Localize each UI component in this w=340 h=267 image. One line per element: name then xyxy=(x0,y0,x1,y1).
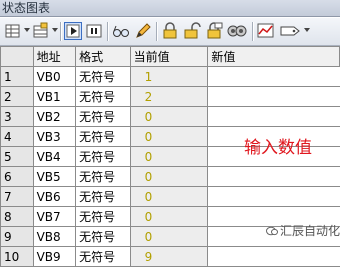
current-value-cell: 0 xyxy=(129,226,209,247)
toolbar-separator xyxy=(252,22,254,41)
row-number: 3 xyxy=(0,106,34,127)
address-cell[interactable]: VB9 xyxy=(32,246,77,267)
current-value-cell: 0 xyxy=(129,206,209,227)
format-cell[interactable]: 无符号 xyxy=(75,166,131,187)
row-number: 4 xyxy=(0,126,34,147)
current-value-cell: 2 xyxy=(129,86,209,107)
format-cell[interactable]: 无符号 xyxy=(75,66,131,87)
header-row: 地址 格式 当前值 新值 xyxy=(0,46,340,67)
new-value-cell[interactable] xyxy=(207,186,340,207)
row-number: 9 xyxy=(0,226,34,247)
address-cell[interactable]: VB1 xyxy=(32,86,77,107)
single-read-icon[interactable] xyxy=(64,22,82,40)
address-cell[interactable]: VB4 xyxy=(32,146,77,167)
toolbar-separator xyxy=(107,22,109,41)
new-value-cell[interactable] xyxy=(207,86,340,107)
format-cell[interactable]: 无符号 xyxy=(75,146,131,167)
header-new-value: 新值 xyxy=(207,46,340,67)
new-value-cell[interactable] xyxy=(207,106,340,127)
table-row: 6 VB5 无符号 0 xyxy=(0,166,340,187)
chart-icon[interactable] xyxy=(257,22,275,40)
tag-icon[interactable] xyxy=(279,22,301,40)
table-row: 2 VB1 无符号 2 xyxy=(0,86,340,107)
address-cell[interactable]: VB8 xyxy=(32,226,77,247)
chevron-down-icon[interactable] xyxy=(304,28,310,32)
lock-icon[interactable] xyxy=(161,22,179,40)
address-cell[interactable]: VB5 xyxy=(32,166,77,187)
table-row: 1 VB0 无符号 1 xyxy=(0,66,340,87)
unlock-icon[interactable] xyxy=(183,22,201,40)
address-cell[interactable]: VB7 xyxy=(32,206,77,227)
annotation-text: 输入数值 xyxy=(244,138,312,158)
read-all-icon[interactable] xyxy=(227,22,247,40)
watermark: 汇辰自动化 xyxy=(266,222,340,239)
row-number: 1 xyxy=(0,66,34,87)
row-number: 7 xyxy=(0,186,34,207)
new-value-cell[interactable] xyxy=(207,66,340,87)
format-cell[interactable]: 无符号 xyxy=(75,226,131,247)
table-row: 3 VB2 无符号 0 xyxy=(0,106,340,127)
insert-row-icon[interactable] xyxy=(32,22,50,40)
current-value-cell: 0 xyxy=(129,186,209,207)
force-icon[interactable] xyxy=(205,22,223,40)
format-cell[interactable]: 无符号 xyxy=(75,246,131,267)
new-value-cell[interactable] xyxy=(207,246,340,267)
current-value-cell: 1 xyxy=(129,66,209,87)
new-value-cell[interactable] xyxy=(207,166,340,187)
row-number: 6 xyxy=(0,166,34,187)
chevron-down-icon[interactable] xyxy=(24,28,30,32)
format-cell[interactable]: 无符号 xyxy=(75,206,131,227)
row-number: 2 xyxy=(0,86,34,107)
wechat-icon xyxy=(266,225,278,236)
format-cell[interactable]: 无符号 xyxy=(75,106,131,127)
table-row: 7 VB6 无符号 0 xyxy=(0,186,340,207)
format-cell[interactable]: 无符号 xyxy=(75,126,131,147)
glasses-icon[interactable] xyxy=(112,22,130,40)
header-current-value: 当前值 xyxy=(129,46,209,67)
current-value-cell: 0 xyxy=(129,106,209,127)
corner-cell xyxy=(0,46,34,67)
toolbar xyxy=(0,18,340,46)
address-cell[interactable]: VB6 xyxy=(32,186,77,207)
header-address: 地址 xyxy=(32,46,77,67)
watermark-text: 汇辰自动化 xyxy=(280,224,340,238)
row-number: 5 xyxy=(0,146,34,167)
address-cell[interactable]: VB2 xyxy=(32,106,77,127)
current-value-cell: 0 xyxy=(129,126,209,147)
current-value-cell: 0 xyxy=(129,166,209,187)
address-cell[interactable]: VB0 xyxy=(32,66,77,87)
pencil-icon[interactable] xyxy=(134,22,152,40)
window-title: 状态图表 xyxy=(0,0,340,17)
format-cell[interactable]: 无符号 xyxy=(75,86,131,107)
header-format: 格式 xyxy=(75,46,131,67)
table-row: 10 VB9 无符号 9 xyxy=(0,246,340,267)
toolbar-separator xyxy=(156,22,158,41)
table-icon[interactable] xyxy=(4,22,22,40)
stop-icon[interactable] xyxy=(85,22,103,40)
chevron-down-icon[interactable] xyxy=(52,28,58,32)
address-cell[interactable]: VB3 xyxy=(32,126,77,147)
current-value-cell: 0 xyxy=(129,146,209,167)
row-number: 8 xyxy=(0,206,34,227)
current-value-cell: 9 xyxy=(129,246,209,267)
row-number: 10 xyxy=(0,246,34,267)
format-cell[interactable]: 无符号 xyxy=(75,186,131,207)
toolbar-separator xyxy=(60,22,62,41)
